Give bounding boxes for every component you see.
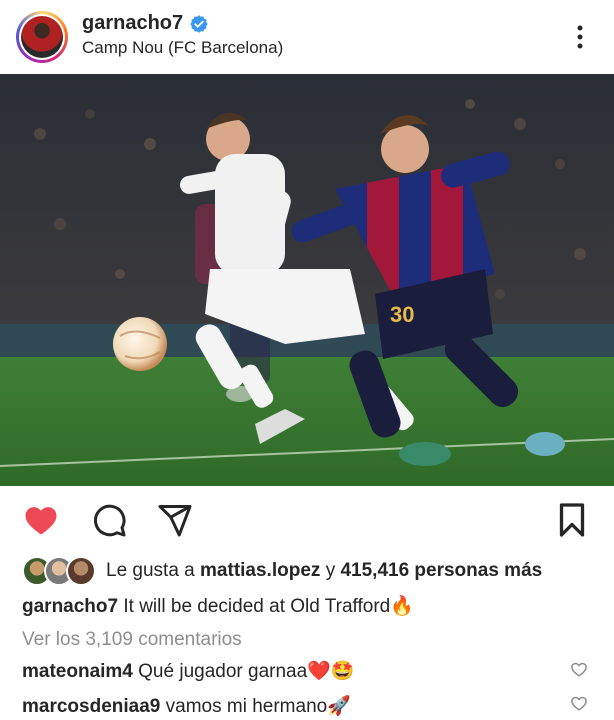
likes-connector: y	[325, 560, 336, 581]
likes-row[interactable]: Le gusta a mattias.lopez y 415,416 perso…	[22, 556, 612, 586]
profile-avatar[interactable]	[16, 11, 68, 63]
caption-text: It will be decided at Old Trafford	[123, 596, 391, 617]
comment-username[interactable]: marcosdeniaa9	[22, 696, 160, 717]
post-header: garnacho7 Camp Nou (FC Barcelona)	[0, 0, 614, 74]
post-photo[interactable]: 30	[0, 74, 614, 486]
post-actions	[0, 486, 614, 550]
username-row: garnacho7	[82, 12, 209, 35]
comment-icon[interactable]	[91, 502, 127, 538]
comment-text: Qué jugador garnaa❤️🤩	[138, 661, 355, 682]
likes-text: Le gusta a mattias.lopez y 415,416 perso…	[106, 560, 542, 582]
likes-prefix: Le gusta a	[106, 560, 195, 581]
liker-avatar	[66, 556, 96, 586]
comment-username[interactable]: mateonaim4	[22, 661, 133, 682]
football-match-photo: 30	[0, 74, 614, 486]
bookmark-icon[interactable]	[556, 502, 588, 538]
comment-like-icon[interactable]	[570, 660, 588, 678]
likes-count[interactable]: 415,416 personas más	[340, 560, 542, 581]
comment-item: mateonaim4 Qué jugador garnaa❤️🤩	[22, 659, 355, 683]
comment-item: marcosdeniaa9 vamos mi hermano🚀	[22, 694, 351, 718]
post-location[interactable]: Camp Nou (FC Barcelona)	[82, 38, 283, 58]
fire-emoji: 🔥	[390, 596, 414, 617]
likes-user[interactable]: mattias.lopez	[200, 560, 320, 581]
svg-text:30: 30	[390, 302, 414, 327]
comment-like-icon[interactable]	[570, 694, 588, 712]
verified-badge-icon	[190, 14, 208, 33]
caption-username[interactable]: garnacho7	[22, 596, 118, 617]
post-caption: garnacho7 It will be decided at Old Traf…	[22, 594, 414, 618]
heart-icon[interactable]	[22, 502, 60, 536]
view-comments-link[interactable]: Ver los 3,109 comentarios	[22, 629, 242, 651]
more-options-icon[interactable]	[570, 24, 590, 50]
comment-text: vamos mi hermano🚀	[165, 696, 351, 717]
post-username[interactable]: garnacho7	[82, 12, 183, 35]
share-icon[interactable]	[157, 502, 193, 538]
